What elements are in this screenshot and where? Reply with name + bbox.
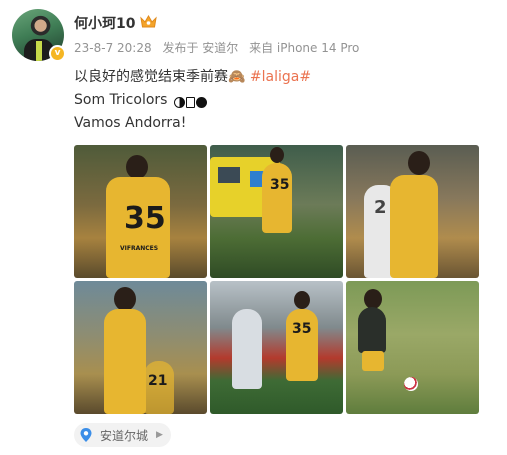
opponent-shirt <box>232 309 262 389</box>
photo-6[interactable] <box>346 281 479 414</box>
post-text: 以良好的感觉结束季前赛🙈 #laliga# Som Tricolors Vamo… <box>74 66 311 135</box>
username[interactable]: 何小珂10 <box>74 13 135 33</box>
post-time[interactable]: 23-8-7 20:28 <box>74 41 152 55</box>
player-head <box>408 151 430 175</box>
photo-1[interactable]: 35 VIFRANCES <box>74 145 207 278</box>
photo-4[interactable]: 21 <box>74 281 207 414</box>
half-circle-icon <box>173 96 185 108</box>
player-head <box>270 147 284 163</box>
shirt-number: 35 <box>270 177 290 193</box>
opponent-number: 2 <box>374 197 387 218</box>
post-line-2-text: Som Tricolors <box>74 92 168 108</box>
post-source: 来自 iPhone 14 Pro <box>249 41 360 55</box>
shirt-number: 35 <box>124 201 166 236</box>
player-head <box>364 289 382 309</box>
player-shirt <box>104 309 146 414</box>
shirt-sponsor: VIFRANCES <box>120 245 159 252</box>
teammate-number: 21 <box>148 373 168 389</box>
avatar-stripe <box>36 41 42 61</box>
ambulance-window <box>218 167 240 183</box>
photo-2[interactable]: 35 <box>210 145 343 278</box>
post-line-2: Som Tricolors <box>74 89 311 112</box>
verified-badge-icon: v <box>49 45 66 62</box>
player-head <box>126 155 148 179</box>
hashtag-link[interactable]: #laliga# <box>250 69 311 85</box>
player-head <box>114 287 136 311</box>
monkey-emoji: 🙈 <box>228 69 246 85</box>
post-line-3: Vamos Andorra! <box>74 115 187 131</box>
player-shirt <box>262 163 292 233</box>
player-shirt <box>358 307 386 353</box>
black-circle-icon <box>195 96 207 108</box>
location-pin-icon <box>80 428 92 442</box>
player-shirt <box>390 175 438 278</box>
location-tag[interactable]: 安道尔城 ▶ <box>74 423 171 447</box>
player-shorts <box>362 351 384 371</box>
crown-icon[interactable] <box>140 14 157 29</box>
shirt-number: 35 <box>292 321 312 337</box>
player-head <box>294 291 310 309</box>
post-line-1: 以良好的感觉结束季前赛🙈 #laliga# <box>74 66 311 89</box>
chevron-right-icon: ▶ <box>156 430 163 440</box>
football <box>404 377 418 391</box>
photo-5[interactable]: 35 <box>210 281 343 414</box>
photo-3[interactable]: 2 <box>346 145 479 278</box>
post-publish-location: 发布于 安道尔 <box>162 41 239 55</box>
photo-grid: 35 VIFRANCES 35 2 21 35 <box>74 145 480 414</box>
player-shirt <box>286 309 318 381</box>
post-meta: 23-8-7 20:28 发布于 安道尔 来自 iPhone 14 Pro <box>74 39 366 56</box>
club-colors-emoji-icon <box>173 91 208 114</box>
post-line-1-text: 以良好的感觉结束季前赛 <box>74 69 228 85</box>
location-label: 安道尔城 <box>100 428 149 443</box>
white-square-icon <box>185 96 195 108</box>
